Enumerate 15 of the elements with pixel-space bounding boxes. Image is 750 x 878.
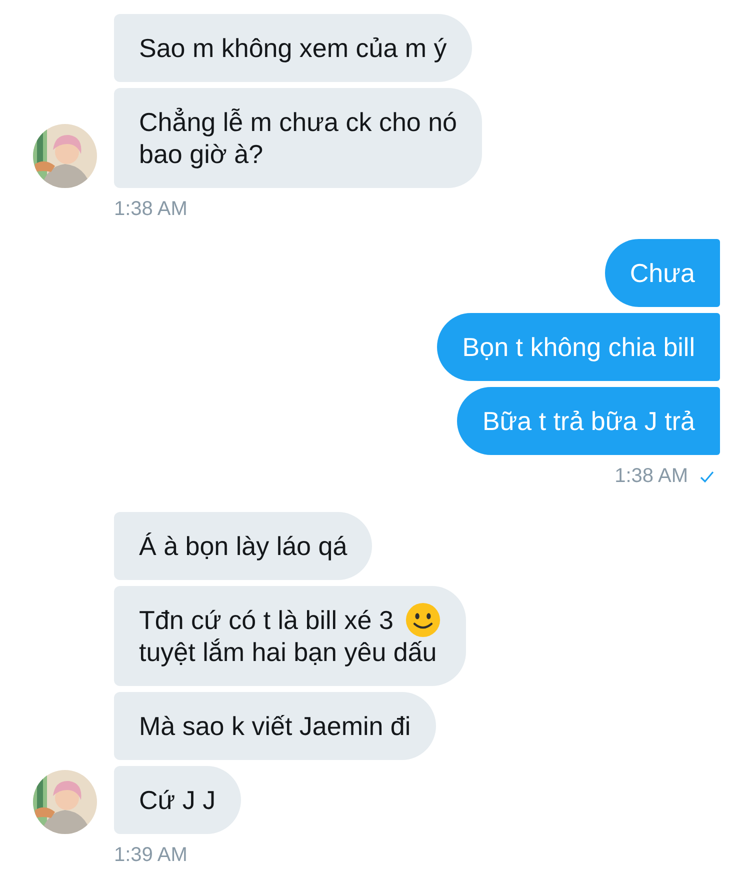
message-text: bao giờ à?: [139, 138, 264, 170]
message-text: Chẳng lễ m chưa ck cho nó: [139, 106, 458, 138]
message-text: Chưa: [630, 257, 695, 289]
message-text: Tđn cứ có t là bill xé 3: [139, 604, 394, 636]
smiley-icon: [405, 602, 442, 638]
timestamp: 1:38 AM: [114, 198, 188, 221]
message-text: Sao m không xem của m ý: [139, 32, 447, 64]
timestamp: 1:39 AM: [114, 844, 188, 867]
message-text: Á à bọn lày láo qá: [139, 530, 348, 562]
timestamp: 1:38 AM: [614, 465, 688, 488]
message-text: Mà sao k viết Jaemin đi: [139, 710, 411, 742]
message-text: tuyệt lắm hai bạn yêu dấu: [139, 636, 437, 668]
message-text: Cứ J J: [139, 784, 216, 816]
message-text: Bọn t không chia bill: [462, 331, 695, 363]
message-text: Bữa t trả bữa J trả: [482, 405, 695, 437]
